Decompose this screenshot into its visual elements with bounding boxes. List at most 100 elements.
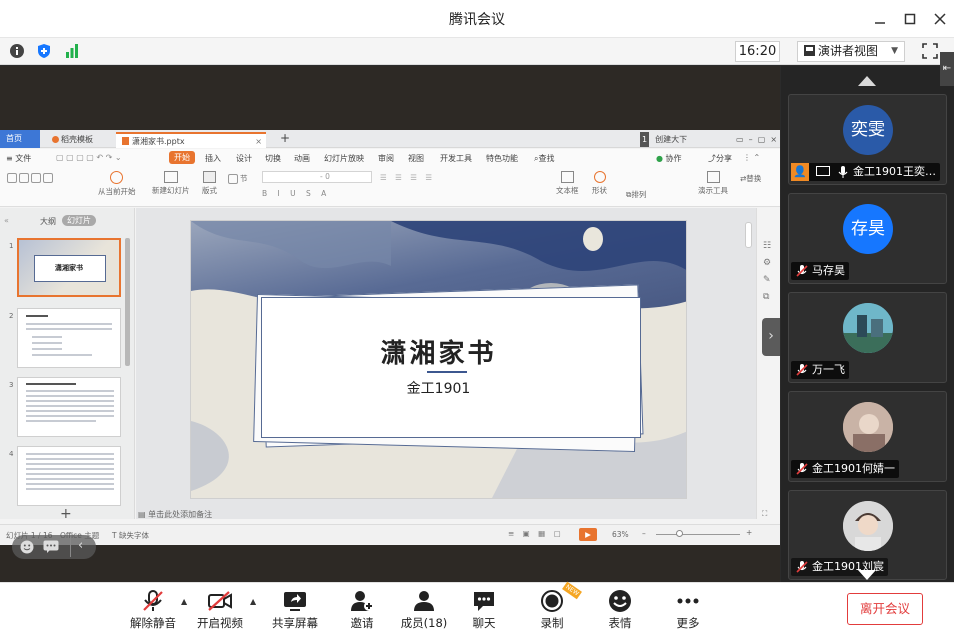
menu-file[interactable]: ≡ 文件 [6, 153, 31, 164]
tool-layout[interactable]: 版式 [202, 171, 217, 196]
grid-view-icon [804, 45, 815, 56]
more-button[interactable]: 更多 [657, 589, 719, 635]
menu-insert[interactable]: 插入 [205, 153, 221, 164]
start-video-button[interactable]: 开启视频 [189, 589, 251, 635]
zoom-slider-handle[interactable] [676, 530, 683, 537]
minimize-button[interactable] [869, 8, 891, 30]
wps-window-controls[interactable]: ▭ – ▢ × [730, 132, 778, 148]
tool-shape[interactable]: 形状 [592, 171, 607, 196]
menu-animation[interactable]: 动画 [294, 153, 310, 164]
presenter-icon [706, 171, 720, 183]
menu-review[interactable]: 审阅 [378, 153, 394, 164]
status-missing-font[interactable]: T 缺失字体 [112, 530, 149, 541]
menu-start[interactable]: 开始 [169, 151, 195, 164]
menu-transition[interactable]: 切换 [265, 153, 281, 164]
tool-section-label: 节 [240, 174, 248, 183]
maximize-button[interactable] [899, 8, 921, 30]
close-button[interactable] [929, 8, 951, 30]
participant-tile[interactable]: 万一飞 [788, 292, 947, 383]
view-buttons[interactable]: ≡ ▣ ▦ ▢ [508, 529, 564, 538]
menu-more[interactable]: ⋮ ⌃ [743, 153, 760, 162]
text-format-buttons[interactable]: B I U S A [262, 189, 330, 198]
video-options-caret[interactable]: ▲ [250, 597, 256, 606]
reactions-button[interactable]: 表情 [589, 589, 651, 635]
scroll-up-icon[interactable] [858, 76, 876, 86]
wps-tab-templates[interactable]: 稻壳模板 [46, 132, 108, 148]
share-screen-button[interactable]: 共享屏幕 [264, 589, 326, 635]
zoom-in-icon[interactable]: + [746, 528, 752, 537]
security-shield-icon[interactable] [36, 43, 52, 59]
smiley-icon[interactable] [20, 540, 34, 554]
participant-tile[interactable]: 金工1901刘宸 [788, 490, 947, 580]
canvas-scrollbar[interactable] [745, 222, 752, 248]
smiley-icon [609, 590, 631, 612]
play-slideshow-button[interactable]: ▶ [579, 528, 597, 541]
scroll-down-icon[interactable] [858, 570, 876, 580]
menu-collaborate[interactable]: ● 协作 [656, 153, 682, 164]
members-button[interactable]: 成员(18) [393, 589, 455, 635]
unmute-button[interactable]: 解除静音 [122, 589, 184, 635]
participant-tile[interactable]: 存昊 马存昊 [788, 193, 947, 284]
tool-textbox[interactable]: 文本框 [556, 171, 579, 196]
tool-play-from-current[interactable]: 从当前开始 [98, 171, 136, 197]
tab-outline[interactable]: 大纲 [40, 216, 56, 227]
textbox-icon [560, 171, 574, 183]
participant-tile[interactable]: 奕雯 👤 金工1901王奕… [788, 94, 947, 185]
chevron-left-icon[interactable]: ‹ [78, 538, 83, 553]
reactions-label: 表情 [608, 616, 632, 630]
menu-slideshow[interactable]: 幻灯片放映 [324, 153, 364, 164]
avatar: 存昊 [843, 204, 893, 254]
paragraph-tools[interactable]: ☰ ☰ ☰ ☰ [380, 173, 435, 182]
slide-thumbnail-2[interactable] [17, 308, 121, 368]
add-slide-icon[interactable]: + [60, 506, 72, 522]
slide-thumbnail-1[interactable]: 潇湘家书 [17, 238, 121, 297]
fullscreen-icon[interactable] [922, 43, 938, 59]
thumbnail-scrollbar[interactable] [125, 238, 130, 366]
menu-find[interactable]: ⌕查找 [534, 153, 554, 164]
record-button[interactable]: 录制 NEW [521, 581, 583, 635]
fit-window-icon[interactable]: ⛶ [762, 509, 767, 519]
invite-button[interactable]: 邀请 [331, 589, 393, 635]
participant-tile[interactable]: 金工1901何婧一 [788, 391, 947, 482]
tool-presenter[interactable]: 演示工具 [698, 171, 728, 196]
tool-new-slide[interactable]: 新建幻灯片 [152, 171, 190, 196]
chat-bubble-icon[interactable] [43, 540, 59, 554]
audio-options-caret[interactable]: ▲ [181, 597, 187, 606]
menu-design[interactable]: 设计 [236, 153, 252, 164]
collapse-panel-icon[interactable]: « [4, 216, 9, 225]
menu-features[interactable]: 特色功能 [486, 153, 518, 164]
chat-button[interactable]: 聊天 [453, 589, 515, 635]
tool-replace[interactable]: ⇄替换 [740, 173, 761, 184]
wps-status-bar: 幻灯片 1 / 16 Office 主题 T 缺失字体 ≡ ▣ ▦ ▢ ▶ 63… [0, 509, 780, 544]
leave-meeting-button[interactable]: 离开会议 [847, 593, 923, 625]
side-tool-icons[interactable]: ☷ ⚙ ✎ ⧉ [763, 238, 771, 306]
tab-slides[interactable]: 幻灯片 [62, 215, 96, 226]
slide-thumbnail-3[interactable] [17, 377, 121, 437]
window-title: 腾讯会议 [449, 12, 505, 28]
menu-view[interactable]: 视图 [408, 153, 424, 164]
wps-tab-right[interactable]: 1 创建大下 [634, 132, 714, 148]
expand-panel-button[interactable]: › [762, 318, 780, 356]
clipboard-tools[interactable] [7, 173, 55, 183]
new-tab-button[interactable]: + [274, 132, 290, 148]
maximize-icon [904, 13, 916, 25]
zoom-slider[interactable] [656, 534, 740, 535]
minimize-icon [875, 22, 885, 24]
zoom-out-icon[interactable]: – [642, 529, 646, 538]
wps-tab-document[interactable]: 潇湘家书.pptx × [116, 132, 266, 148]
menu-share[interactable]: ⤴分享 [708, 153, 732, 164]
font-size-select[interactable]: - 0 [320, 172, 330, 181]
slide-thumbnail-4[interactable] [17, 446, 121, 506]
quick-access-icons[interactable]: ▢ ▢ ▢ ▢ ↶ ↷ ⌄ [56, 153, 122, 162]
signal-strength-icon[interactable] [64, 43, 80, 59]
tab-close-icon[interactable]: × [255, 134, 262, 149]
notes-bar[interactable]: ▤ 单击此处添加备注 [136, 509, 756, 524]
tool-arrange[interactable]: ⧉排列 [626, 189, 646, 200]
panel-collapse-tab[interactable]: ⇤ [940, 52, 954, 86]
view-mode-select[interactable]: 演讲者视图 ▼ [797, 41, 905, 62]
info-icon[interactable] [9, 43, 25, 59]
wps-tab-home[interactable]: 首页 [0, 130, 40, 148]
font-name-select[interactable] [262, 171, 372, 183]
tool-section[interactable]: 节 [228, 173, 248, 184]
menu-developer[interactable]: 开发工具 [440, 153, 472, 164]
